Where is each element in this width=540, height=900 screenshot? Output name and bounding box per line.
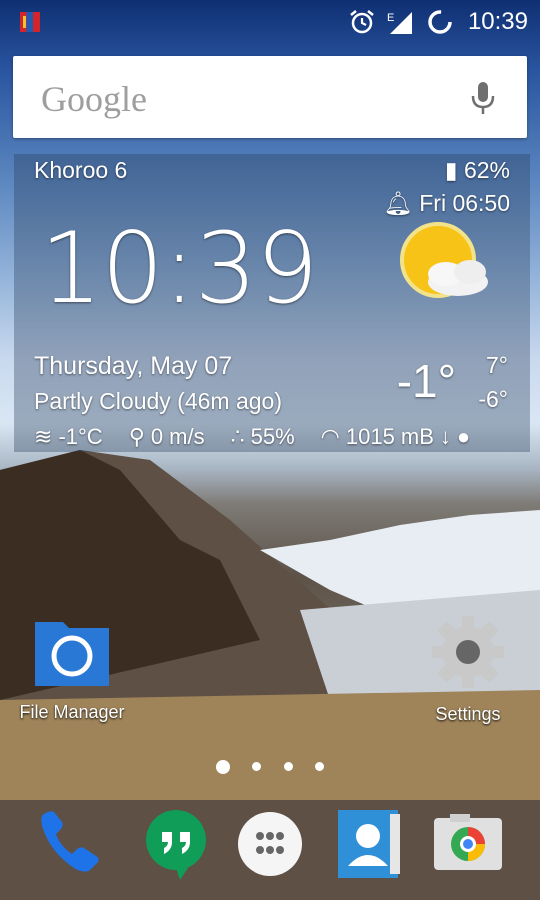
battery-icon: ▮ [444, 157, 458, 183]
weather-condition: Partly Cloudy (46m ago) [34, 388, 282, 414]
humidity-value: 55% [250, 424, 295, 449]
wind-icon: ⚲ [128, 424, 145, 449]
svg-text:E: E [387, 12, 394, 24]
wind-value: 0 m/s [150, 424, 205, 449]
flag-icon [20, 12, 40, 32]
pressure-value: 1015 mB [345, 424, 434, 449]
weather-details-row: ≋ -1°C ⚲ 0 m/s ∴ 55% ◠ 1015 mB ↓ ● [34, 422, 508, 452]
app-drawer-icon[interactable] [230, 804, 310, 884]
google-search-bar[interactable]: Google [13, 56, 527, 138]
contacts-icon[interactable] [328, 804, 408, 884]
dock [0, 800, 540, 900]
file-manager-label: File Manager [19, 702, 125, 722]
humidity-icon: ∴ [230, 424, 245, 449]
widget-clock[interactable]: 10:39 [40, 212, 318, 326]
battery-level: ▮ 62% [444, 157, 510, 183]
pressure-trend-icon: ↓ [439, 424, 451, 449]
moon-icon: ● [456, 424, 471, 449]
pressure-icon: ◠ [320, 424, 340, 449]
signal-icon: E [387, 12, 412, 34]
settings-gear-icon [432, 616, 504, 688]
settings-label: Settings [435, 704, 501, 724]
file-manager-app[interactable]: File Manager [12, 616, 132, 723]
current-temperature: -1° [396, 355, 456, 407]
status-time: 10:39 [467, 8, 528, 35]
page-indicator [0, 758, 540, 776]
loading-circle-icon [428, 10, 452, 34]
page-dot-2[interactable] [252, 762, 262, 772]
settings-app[interactable]: Settings [410, 614, 526, 725]
page-dot-1[interactable] [215, 759, 230, 774]
low-temperature: -6° [478, 386, 508, 412]
camera-icon[interactable] [428, 804, 508, 884]
feels-like-value: -1°C [58, 424, 103, 449]
next-alarm[interactable]: 🔔︎ Fri 06:50 [384, 190, 510, 217]
status-bar: E 10:39 [0, 0, 540, 44]
high-temperature: 7° [486, 352, 508, 378]
alarm-icon [350, 10, 374, 34]
hangouts-icon[interactable] [136, 804, 216, 884]
feels-like-icon: ≋ [34, 424, 53, 449]
bell-icon: 🔔︎ [383, 190, 413, 216]
partly-cloudy-icon [400, 222, 488, 298]
google-logo: Google [41, 79, 147, 119]
page-dot-4[interactable] [315, 762, 325, 772]
page-dot-3[interactable] [283, 762, 293, 772]
mic-icon[interactable] [469, 80, 497, 116]
file-manager-icon [35, 622, 109, 686]
widget-date: Thursday, May 07 [34, 352, 233, 380]
weather-clock-widget[interactable]: Khoroo 6 ▮ 62% 🔔︎ Fri 06:50 10:39 Thursd… [14, 154, 530, 452]
phone-icon[interactable] [30, 804, 110, 884]
weather-location: Khoroo 6 [34, 157, 128, 183]
